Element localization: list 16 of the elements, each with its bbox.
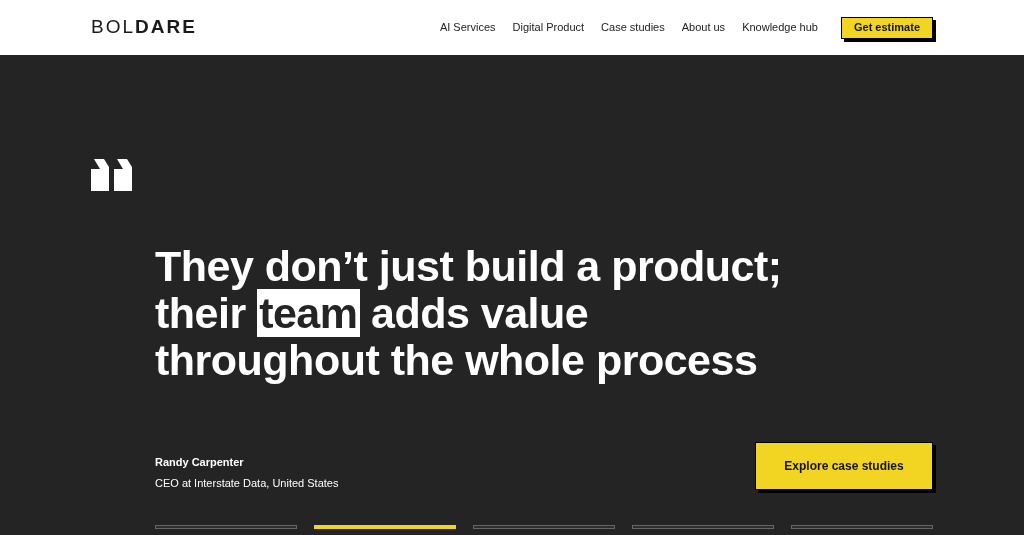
quote-text: They don’t just build a product; their team adds value throughout the whole process: [155, 243, 783, 384]
nav-link[interactable]: About us: [681, 19, 726, 36]
author-role: CEO at Interstate Data, United States: [155, 475, 339, 491]
get-estimate-button[interactable]: Get estimate: [840, 16, 933, 39]
nav-link[interactable]: Digital Product: [512, 19, 585, 36]
logo[interactable]: BOLDARE: [91, 13, 197, 42]
author-name: Randy Carpenter: [155, 455, 245, 470]
explore-case-studies-button[interactable]: Explore case studies: [755, 442, 933, 490]
nav-link[interactable]: AI Services: [439, 19, 496, 36]
quote-icon: [91, 159, 135, 191]
slide-indicator[interactable]: [791, 525, 933, 529]
nav-link[interactable]: Case studies: [601, 19, 665, 36]
slide-indicator[interactable]: [473, 525, 615, 529]
slide-indicator[interactable]: [155, 525, 297, 529]
nav-link[interactable]: Knowledge hub: [742, 19, 818, 36]
slide-indicator[interactable]: [632, 525, 774, 529]
